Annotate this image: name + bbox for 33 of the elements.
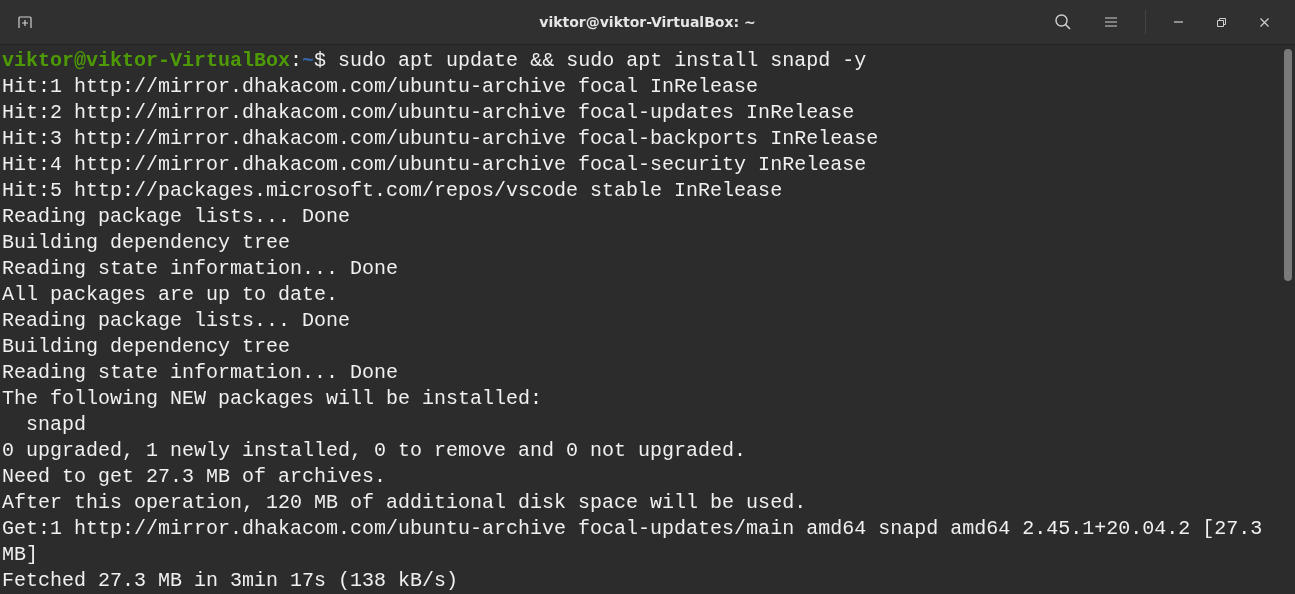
prompt-symbol: $	[314, 49, 327, 72]
prompt-path: ~	[302, 49, 315, 72]
output-line: Reading state information... Done	[2, 257, 399, 280]
output-line: Hit:5 http://packages.microsoft.com/repos/vscode stable InRelease	[2, 179, 783, 202]
new-tab-icon	[18, 16, 32, 28]
output-line: Get:1 http://mirror.dhakacom.com/ubuntu-archive focal-updates/main amd64 snapd amd64 2.45.1+20.04.2 [27.3	[2, 517, 1263, 540]
output-line: The following NEW packages will be installed:	[2, 387, 543, 410]
output-line: MB]	[2, 543, 38, 566]
prompt-separator: :	[290, 49, 303, 72]
output-line: After this operation, 120 MB of additional disk space will be used.	[2, 491, 807, 514]
output-line: Hit:4 http://mirror.dhakacom.com/ubuntu-archive focal-security InRelease	[2, 153, 867, 176]
scrollbar-thumb[interactable]	[1284, 49, 1292, 281]
output-line: Hit:3 http://mirror.dhakacom.com/ubuntu-archive focal-backports InRelease	[2, 127, 879, 150]
menu-icon	[1105, 17, 1117, 27]
output-line: Hit:2 http://mirror.dhakacom.com/ubuntu-archive focal-updates InRelease	[2, 101, 855, 124]
command-text: sudo apt update && sudo apt install snapd -y	[337, 49, 867, 72]
prompt-user-host: viktor@viktor-VirtualBox	[2, 49, 291, 72]
output-line: Reading package lists... Done	[2, 309, 351, 332]
output-line: 0 upgraded, 1 newly installed, 0 to remove and 0 not upgraded.	[2, 439, 747, 462]
output-line: snapd	[25, 413, 86, 436]
search-icon	[1055, 14, 1071, 30]
output-line: Reading package lists... Done	[2, 205, 351, 228]
minimize-icon	[1174, 21, 1183, 23]
output-line: All packages are up to date.	[2, 283, 339, 306]
output-line: Building dependency tree	[2, 231, 291, 254]
restore-icon	[1217, 17, 1226, 27]
output-line: Hit:1 http://mirror.dhakacom.com/ubuntu-archive focal InRelease	[2, 75, 759, 98]
output-line: Reading state information... Done	[2, 361, 399, 384]
output-line: Fetched 27.3 MB in 3min 17s (138 kB/s)	[2, 569, 459, 592]
window-title: viktor@viktor-VirtualBox: ~	[539, 14, 756, 30]
output-line: Need to get 27.3 MB of archives.	[2, 465, 387, 488]
output-line: Building dependency tree	[2, 335, 291, 358]
close-icon	[1260, 17, 1269, 27]
